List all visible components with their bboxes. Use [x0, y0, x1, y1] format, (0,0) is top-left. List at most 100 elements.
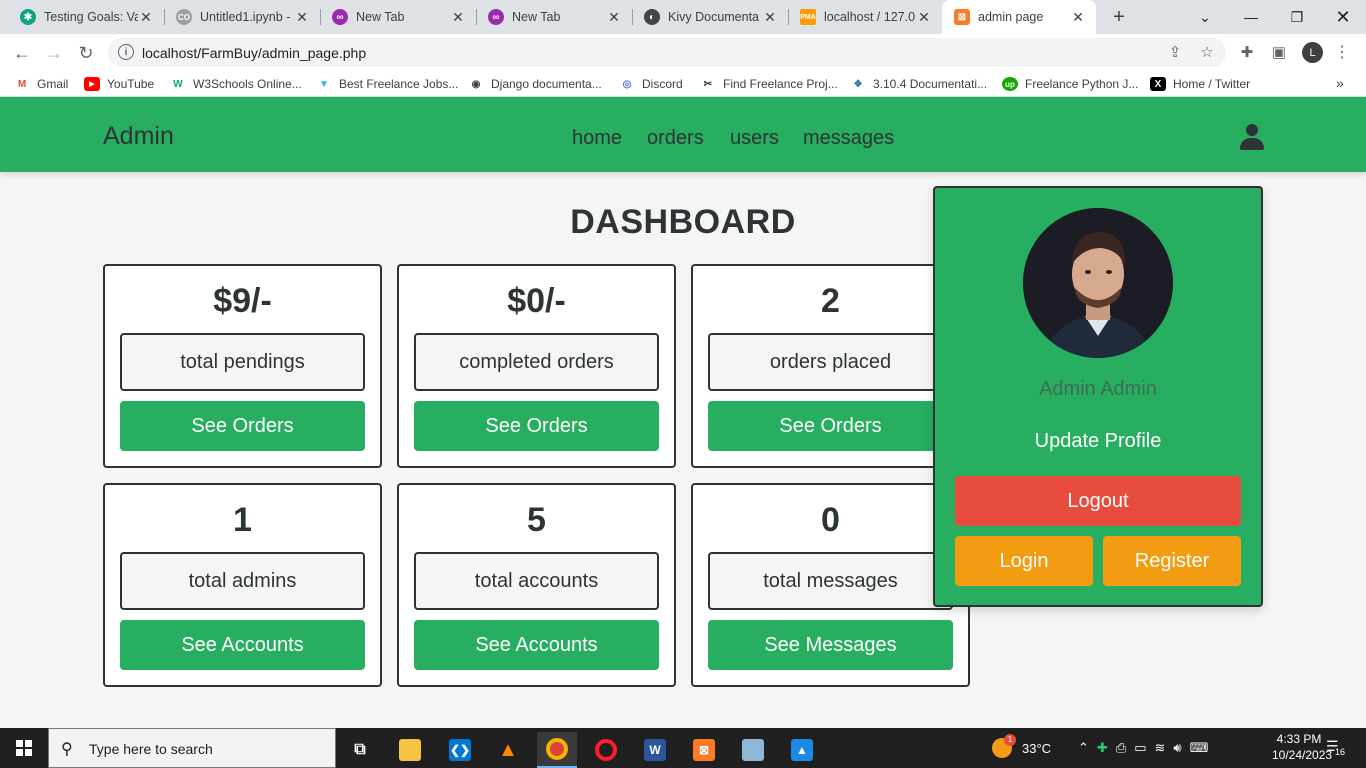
site-info-icon[interactable]: i: [118, 44, 134, 60]
user-icon[interactable]: [1240, 124, 1264, 150]
notifications-icon[interactable]: ☰ 16: [1326, 738, 1347, 758]
weather-widget[interactable]: 1 33°C: [992, 728, 1051, 768]
bookmark-label: Home / Twitter: [1173, 77, 1251, 91]
weather-temp: 33°C: [1022, 740, 1052, 756]
gmail-icon: M: [17, 78, 27, 90]
extensions-icon[interactable]: ✚: [1237, 42, 1257, 62]
side-panel-icon[interactable]: ▣: [1269, 42, 1289, 62]
bookmark-item[interactable]: X Home / Twitter: [1150, 75, 1250, 93]
see-accounts-button[interactable]: See Accounts: [414, 620, 659, 670]
register-button[interactable]: Register: [1103, 536, 1241, 586]
close-icon[interactable]: ✕: [450, 9, 466, 25]
kivy-icon: ◐: [644, 9, 660, 25]
browser-tab[interactable]: ◐ Kivy Documenta ✕: [632, 0, 788, 34]
restore-button[interactable]: ❐: [1274, 0, 1320, 34]
stat-label: total messages: [708, 552, 953, 610]
keyboard-icon[interactable]: ⌨: [1190, 740, 1209, 756]
upwork-icon: up: [1002, 77, 1018, 91]
close-icon[interactable]: ✕: [916, 9, 932, 25]
see-orders-button[interactable]: See Orders: [414, 401, 659, 451]
stat-card: 5 total accounts See Accounts: [397, 483, 676, 687]
browser-tab[interactable]: PMA localhost / 127.0 ✕: [788, 0, 942, 34]
browser-tab[interactable]: ✱ Testing Goals: Va ✕: [8, 0, 164, 34]
bookmark-item[interactable]: ◉ Django documenta...: [468, 75, 602, 93]
nav-link-users[interactable]: users: [730, 127, 779, 150]
word-icon[interactable]: W: [635, 732, 675, 768]
volume-icon[interactable]: 🔊︎: [1173, 740, 1181, 756]
notes-icon[interactable]: [733, 732, 773, 768]
system-tray[interactable]: ⌃ ✚ ⎙ ▭ ≋ 🔊︎ ⌨: [1078, 728, 1208, 768]
chrome-icon[interactable]: [537, 732, 577, 768]
close-icon[interactable]: ✕: [294, 9, 310, 25]
site-logo[interactable]: Admin: [103, 122, 174, 151]
tab-search-icon[interactable]: ⌄: [1182, 0, 1228, 34]
app-tray-icon[interactable]: ✚: [1097, 740, 1108, 756]
reload-icon[interactable]: ↻: [73, 40, 99, 66]
bookmark-label: YouTube: [107, 77, 155, 91]
close-icon[interactable]: ✕: [1070, 9, 1086, 25]
nav-link-orders[interactable]: orders: [647, 127, 704, 150]
nav-link-messages[interactable]: messages: [803, 127, 894, 150]
bookmark-item[interactable]: ▼ Best Freelance Jobs...: [316, 75, 458, 93]
bookmark-item[interactable]: ◎ Discord: [619, 75, 683, 93]
bookmark-label: Freelance Python J...: [1025, 77, 1139, 91]
battery-icon[interactable]: ▭: [1134, 740, 1146, 756]
back-icon[interactable]: ←: [9, 40, 35, 66]
bookmarks-overflow-icon[interactable]: »: [1336, 75, 1344, 91]
share-icon[interactable]: ⇪: [1166, 43, 1184, 61]
clock-time: 4:33 PM: [1276, 732, 1322, 746]
tab-label: Testing Goals: Va: [44, 10, 138, 24]
stat-card: $0/- completed orders See Orders: [397, 264, 676, 468]
logout-button[interactable]: Logout: [955, 476, 1241, 526]
forward-icon[interactable]: →: [41, 40, 67, 66]
stat-label: total accounts: [414, 552, 659, 610]
xampp-icon: ⊠: [954, 9, 970, 25]
wifi-icon[interactable]: ≋: [1155, 740, 1166, 756]
bookmark-star-icon[interactable]: ☆: [1198, 43, 1216, 61]
close-icon[interactable]: ✕: [762, 9, 778, 25]
start-button[interactable]: [0, 728, 48, 768]
close-icon[interactable]: ✕: [606, 9, 622, 25]
bookmark-label: Discord: [642, 77, 683, 91]
new-tab-button[interactable]: +: [1108, 6, 1130, 28]
photos-icon[interactable]: ▲: [782, 732, 822, 768]
close-window-button[interactable]: ✕: [1320, 0, 1366, 34]
opera-icon[interactable]: [586, 732, 626, 768]
bookmark-item[interactable]: ❖ 3.10.4 Documentati...: [850, 75, 988, 93]
taskbar: ⚲ Type here to search ⧉ ❮❯ ▲ W ⊠ ▲ 1 33°…: [0, 728, 1366, 768]
bookmark-item[interactable]: up Freelance Python J...: [1002, 75, 1138, 93]
bookmark-item[interactable]: ▶ YouTube: [84, 75, 154, 93]
stat-value: 2: [821, 282, 840, 320]
bookmark-item[interactable]: W W3Schools Online...: [170, 75, 301, 93]
minimize-button[interactable]: —: [1228, 0, 1274, 34]
update-profile-link[interactable]: Update Profile: [935, 430, 1261, 453]
youtube-icon: ▶: [84, 77, 100, 91]
vscode-icon[interactable]: ❮❯: [440, 732, 480, 768]
vlc-icon[interactable]: ▲: [488, 732, 528, 768]
address-bar[interactable]: i localhost/FarmBuy/admin_page.php ⇪ ☆: [108, 38, 1226, 67]
see-messages-button[interactable]: See Messages: [708, 620, 953, 670]
newtab-icon: ∞: [488, 9, 504, 25]
browser-tab-active[interactable]: ⊠ admin page ✕: [942, 0, 1096, 34]
nav-link-home[interactable]: home: [572, 127, 622, 150]
clock[interactable]: 4:33 PM 10/24/2023: [1272, 731, 1332, 763]
usb-icon[interactable]: ⎙: [1116, 740, 1126, 756]
xampp-icon[interactable]: ⊠: [684, 732, 724, 768]
browser-tab[interactable]: CO Untitled1.ipynb - ✕: [164, 0, 320, 34]
login-button[interactable]: Login: [955, 536, 1093, 586]
see-orders-button[interactable]: See Orders: [708, 401, 953, 451]
menu-kebab-icon[interactable]: ⋮: [1332, 42, 1352, 62]
chevron-up-icon[interactable]: ⌃: [1078, 740, 1089, 756]
task-view-icon[interactable]: ⧉: [340, 732, 380, 768]
file-explorer-icon[interactable]: [390, 732, 430, 768]
see-accounts-button[interactable]: See Accounts: [120, 620, 365, 670]
browser-tab[interactable]: ∞ New Tab ✕: [476, 0, 632, 34]
close-icon[interactable]: ✕: [138, 9, 154, 25]
profile-avatar[interactable]: L: [1302, 42, 1323, 63]
taskbar-search[interactable]: ⚲ Type here to search: [48, 728, 336, 768]
see-orders-button[interactable]: See Orders: [120, 401, 365, 451]
bookmark-item[interactable]: M Gmail: [14, 75, 69, 93]
bookmark-item[interactable]: ✂ Find Freelance Proj...: [700, 75, 838, 93]
stat-value: $9/-: [213, 282, 272, 320]
browser-tab[interactable]: ∞ New Tab ✕: [320, 0, 476, 34]
